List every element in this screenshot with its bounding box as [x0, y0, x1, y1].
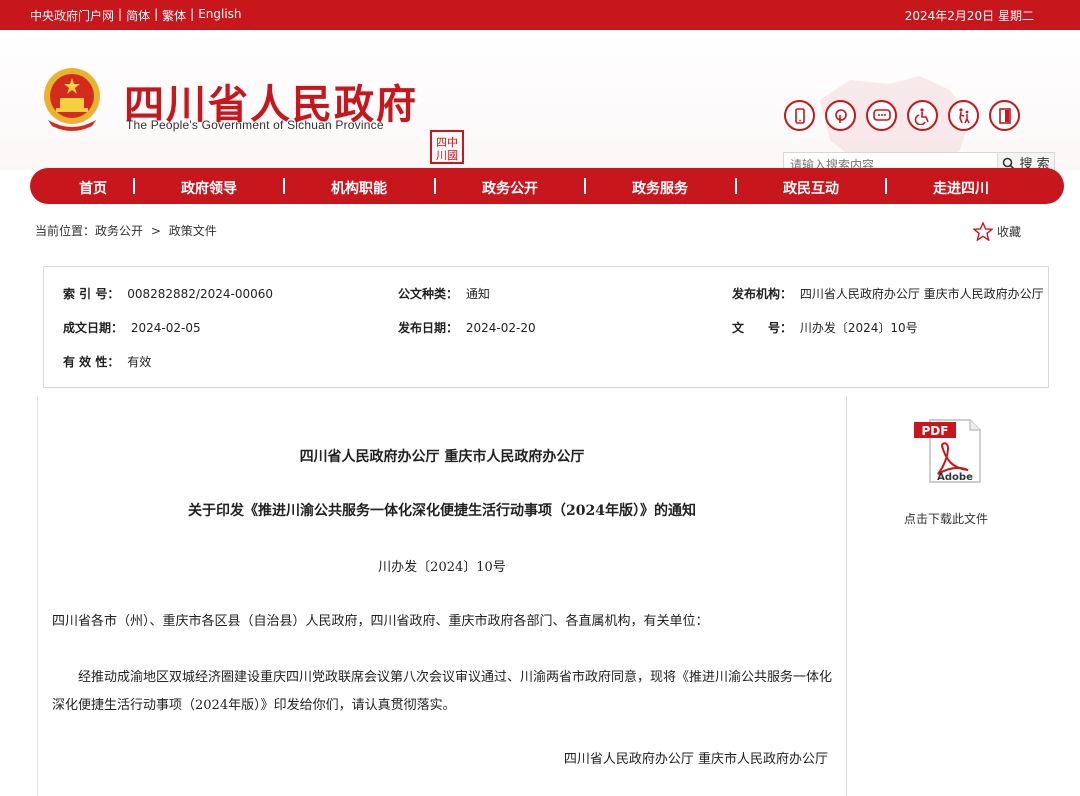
- meta-type-label: 公文种类：: [398, 287, 459, 301]
- nav-divider: [283, 178, 285, 194]
- nav-item-interaction[interactable]: 政民互动: [783, 178, 839, 198]
- main-nav: 首页 政府领导 机构职能 政务公开 政务服务 政民互动 走进四川: [30, 168, 1064, 204]
- meta-validity-label: 有 效 性：: [63, 355, 120, 369]
- download-panel: PDF Adobe 点击下载此文件: [846, 396, 1046, 796]
- nav-divider: [735, 178, 737, 194]
- meta-docno-value: 川办发〔2024〕10号: [799, 321, 918, 335]
- breadcrumb-separator: >: [150, 224, 161, 238]
- meta-created: 成文日期： 2024-02-05: [63, 319, 201, 336]
- separator: |: [118, 7, 123, 21]
- nav-item-about[interactable]: 走进四川: [933, 178, 989, 198]
- document-issuer: 四川省人民政府办公厅 重庆市人民政府办公厅: [299, 449, 585, 465]
- nav-divider: [584, 178, 586, 194]
- document-signer: 四川省人民政府办公厅 重庆市人民政府办公厅: [563, 752, 828, 767]
- document-addressee: 四川省各市（州）、重庆市各区县（自治县）人民政府，四川省政府、重庆市政府各部门、…: [52, 614, 709, 629]
- service-icons: [784, 100, 1020, 131]
- current-date: 2024年2月20日 星期二: [904, 9, 1034, 23]
- wechat-icon[interactable]: [866, 100, 897, 131]
- nav-divider: [885, 178, 887, 194]
- pdf-download-icon[interactable]: PDF Adobe: [914, 416, 984, 486]
- meta-created-label: 成文日期：: [63, 321, 124, 335]
- nav-divider: [133, 178, 135, 194]
- document-paragraph: 经推动成渝地区双城经济圈建设重庆四川党政联席会议第八次会议审议通过、川渝两省市政…: [52, 670, 833, 713]
- meta-publisher-label: 发布机构：: [732, 287, 793, 301]
- meta-index-label: 索 引 号：: [63, 287, 120, 301]
- meta-validity: 有 效 性： 有效: [63, 353, 151, 370]
- meta-published-value: 2024-02-20: [465, 321, 536, 335]
- exit-icon[interactable]: [989, 100, 1020, 131]
- top-links: 中央政府门户网 | 简体 | 繁体 | English: [30, 7, 242, 24]
- breadcrumb: 当前位置：政务公开 > 政策文件: [35, 222, 221, 239]
- meta-published-label: 发布日期：: [398, 321, 459, 335]
- meta-type-value: 通知: [465, 287, 490, 301]
- document-meta: 索 引 号： 008282882/2024-00060 公文种类： 通知 发布机…: [43, 266, 1049, 388]
- nav-item-services[interactable]: 政务服务: [632, 178, 688, 198]
- nav-item-gov-affairs[interactable]: 政务公开: [482, 178, 538, 198]
- link-traditional[interactable]: 繁体: [162, 7, 186, 24]
- meta-published: 发布日期： 2024-02-20: [398, 319, 536, 336]
- nav-item-functions[interactable]: 机构职能: [331, 178, 387, 198]
- breadcrumb-gov-affairs[interactable]: 政务公开: [95, 224, 143, 238]
- elder-care-icon[interactable]: [948, 100, 979, 131]
- document-title: 关于印发《推进川渝公共服务一体化深化便捷生活行动事项（2024年版）》的通知: [188, 503, 696, 519]
- meta-publisher: 发布机构： 四川省人民政府办公厅 重庆市人民政府办公厅: [732, 285, 1044, 302]
- adobe-label: Adobe: [937, 472, 973, 483]
- meta-index: 索 引 号： 008282882/2024-00060: [63, 285, 273, 302]
- site-header: 四川省人民政府 The People's Government of Sichu…: [0, 30, 1080, 182]
- breadcrumb-prefix: 当前位置：: [35, 224, 96, 238]
- mobile-icon[interactable]: [784, 100, 815, 131]
- link-central-gov[interactable]: 中央政府门户网: [30, 7, 114, 24]
- star-icon: [973, 222, 993, 241]
- meta-type: 公文种类： 通知: [398, 285, 490, 302]
- accessibility-icon[interactable]: [907, 100, 938, 131]
- meta-index-value: 008282882/2024-00060: [127, 287, 273, 301]
- link-english[interactable]: English: [198, 7, 241, 24]
- nav-divider: [434, 178, 436, 194]
- favorite-button[interactable]: 收藏: [973, 222, 1021, 241]
- svg-text:川國: 川國: [436, 149, 458, 162]
- document-body: 四川省人民政府办公厅 重庆市人民政府办公厅 关于印发《推进川渝公共服务一体化深化…: [37, 396, 847, 796]
- meta-publisher-value: 四川省人民政府办公厅 重庆市人民政府办公厅: [799, 287, 1044, 301]
- national-emblem-icon: [44, 68, 100, 131]
- meta-validity-value: 有效: [127, 355, 152, 369]
- nav-item-leaders[interactable]: 政府领导: [181, 178, 237, 198]
- weibo-icon[interactable]: [825, 100, 856, 131]
- download-link[interactable]: 点击下载此文件: [846, 510, 1046, 527]
- document-number: 川办发〔2024〕10号: [378, 560, 506, 575]
- site-subtitle: The People's Government of Sichuan Provi…: [126, 118, 384, 132]
- meta-docno-label: 文 号：: [732, 321, 793, 335]
- svg-text:四中: 四中: [436, 136, 458, 149]
- separator: |: [154, 7, 159, 21]
- meta-created-value: 2024-02-05: [130, 321, 201, 335]
- pdf-badge: PDF: [922, 424, 949, 438]
- nav-item-home[interactable]: 首页: [79, 178, 107, 198]
- link-simplified[interactable]: 简体: [126, 7, 150, 24]
- seal-icon: 四中 川國: [436, 136, 458, 162]
- top-bar: 中央政府门户网 | 简体 | 繁体 | English 2024年2月20日 星…: [0, 0, 1080, 30]
- favorite-label: 收藏: [997, 225, 1022, 239]
- seal-logo: 四中 川國: [430, 130, 464, 164]
- breadcrumb-policy-docs[interactable]: 政策文件: [169, 224, 217, 238]
- separator: |: [190, 7, 195, 21]
- meta-docno: 文 号： 川办发〔2024〕10号: [732, 319, 918, 336]
